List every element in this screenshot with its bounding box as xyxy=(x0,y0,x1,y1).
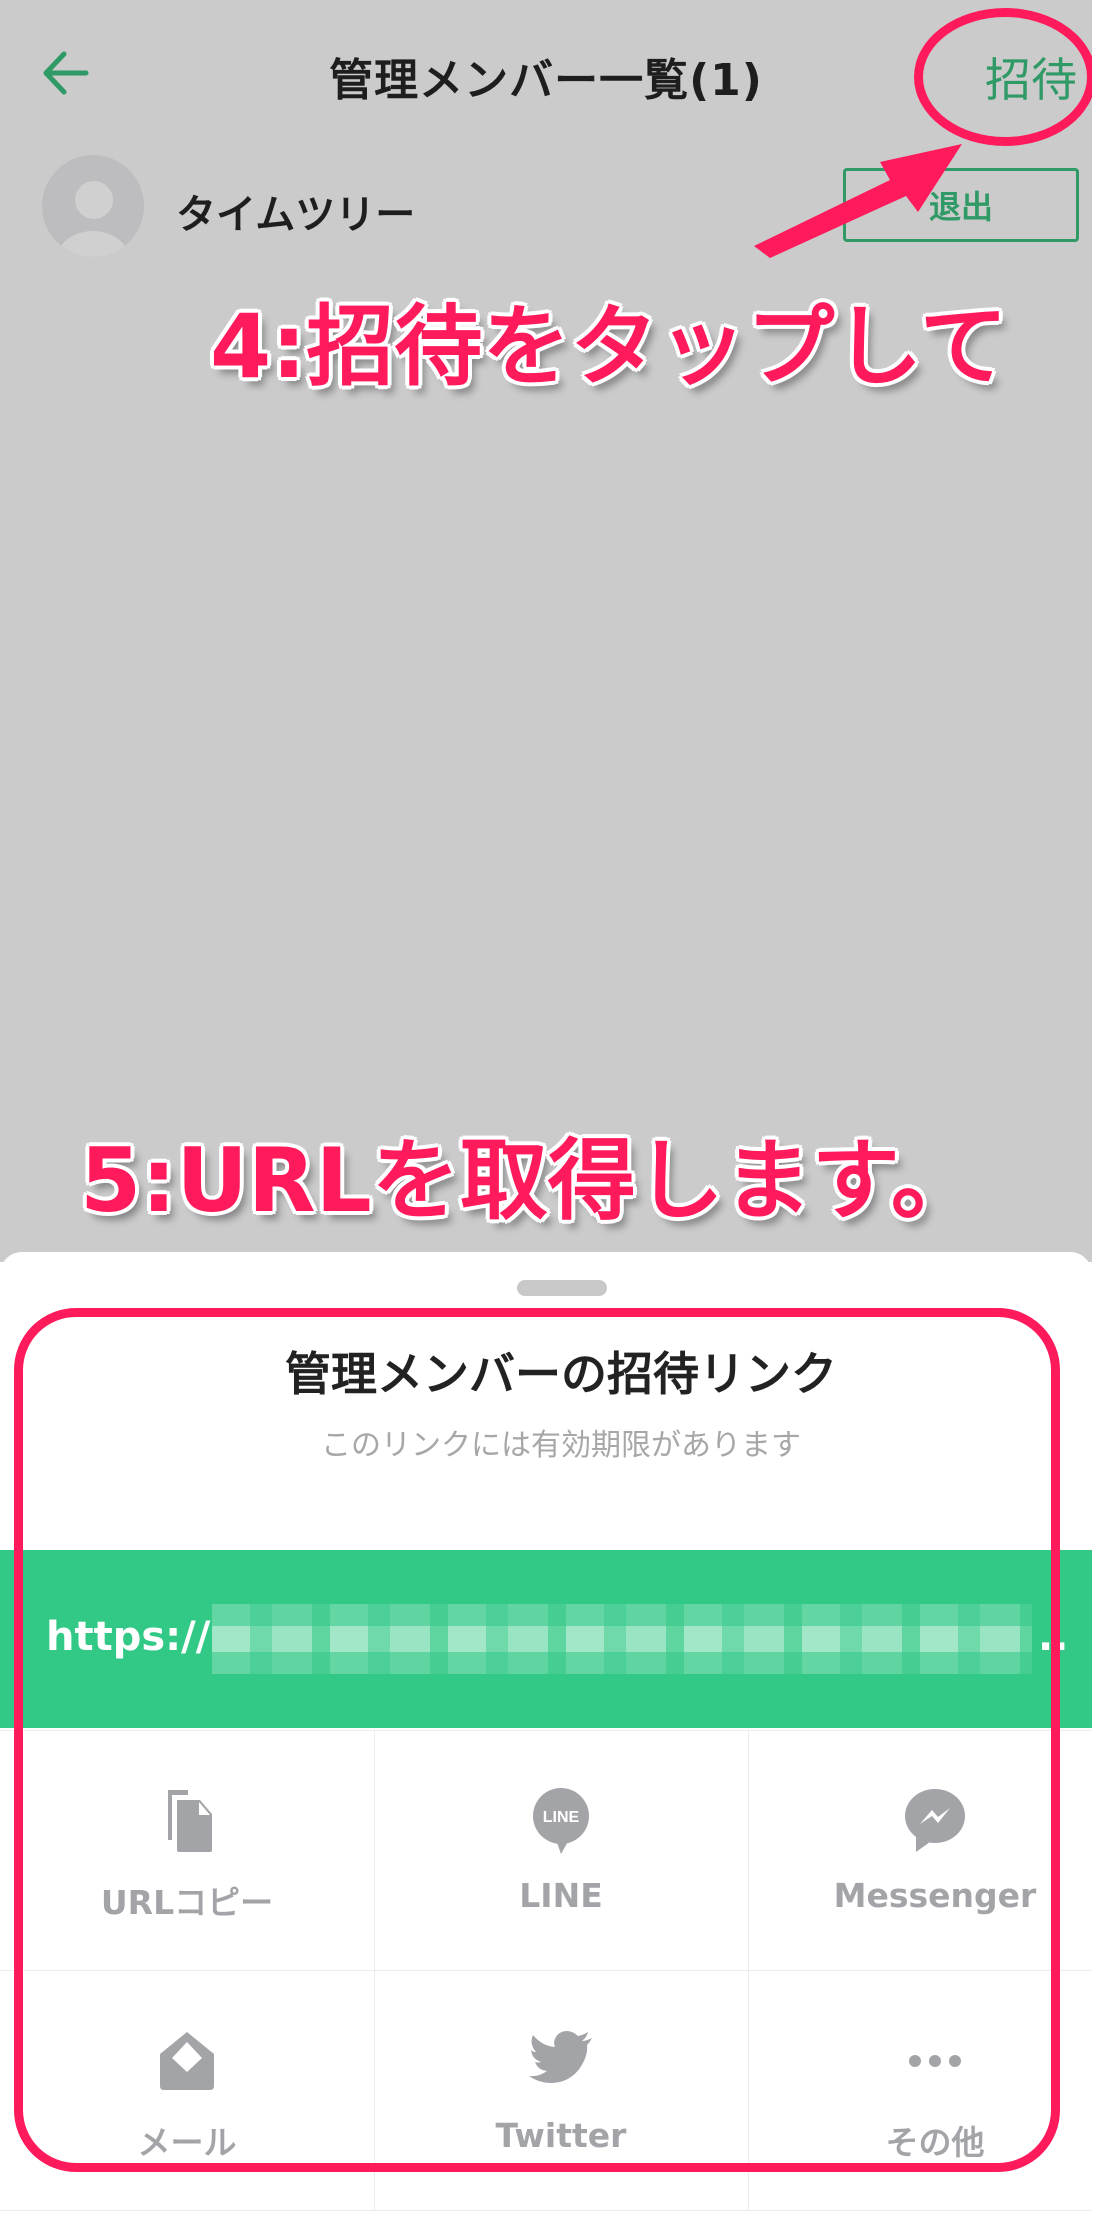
annotation-arrow-icon xyxy=(754,144,962,258)
sheet-grabber-handle[interactable] xyxy=(517,1280,607,1296)
default-avatar-icon xyxy=(42,155,144,257)
annotation-circle xyxy=(914,8,1092,146)
annotation-step5: 5:URLを取得します。 xyxy=(80,1129,979,1232)
annotation-step4: 4:招待をタップして xyxy=(210,295,1008,398)
screen: 管理メンバー一覧(1) 招待 タイムツリー 退出 4:招待をタップして 5:UR… xyxy=(0,0,1092,2240)
member-name: タイムツリー xyxy=(176,192,416,238)
right-margin xyxy=(1092,0,1099,2240)
annotation-highlight-box xyxy=(14,1308,1060,2172)
divider xyxy=(0,2210,1092,2211)
